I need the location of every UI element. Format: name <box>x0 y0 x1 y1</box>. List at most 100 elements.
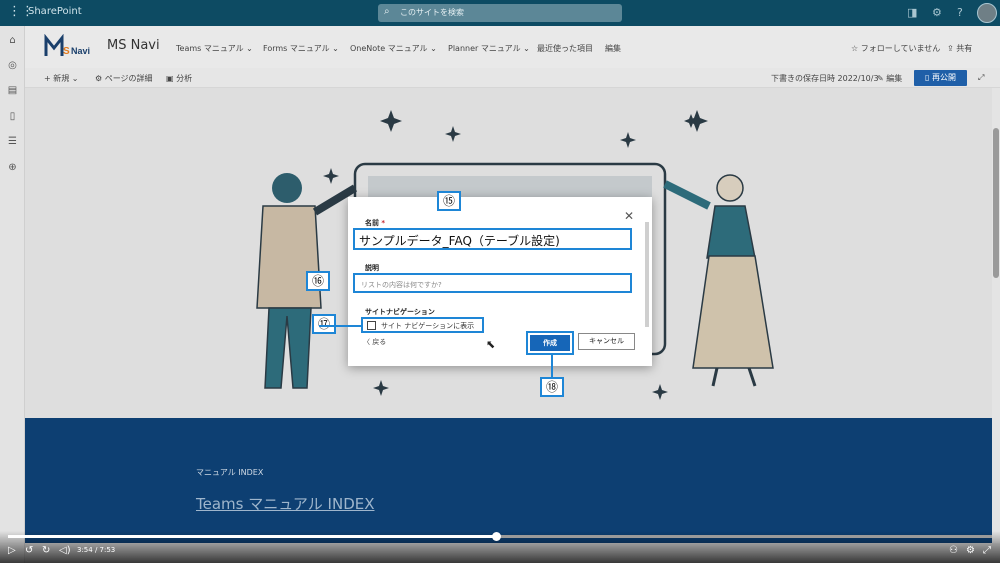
sparkle-icon <box>380 110 402 132</box>
new-label: 新規 ⌄ <box>53 74 79 83</box>
republish-button[interactable]: ▯ 再公開 <box>914 70 967 86</box>
name-value: サンプルデータ_FAQ（テーブル設定) <box>359 234 560 248</box>
search-input[interactable]: ⌕ このサイトを検索 <box>378 4 622 22</box>
woman-arm <box>663 180 711 210</box>
search-placeholder: このサイトを検索 <box>400 8 464 17</box>
globe-icon[interactable]: ◎ <box>6 59 19 72</box>
sparkle-icon <box>373 380 389 396</box>
search-icon: ⌕ <box>384 6 390 17</box>
create-highlight: 作成 <box>526 331 574 355</box>
description-field[interactable]: リストの内容は何ですか? <box>353 273 632 293</box>
edit-label: 編集 <box>886 74 903 83</box>
sparkle-icon <box>686 110 708 132</box>
nav-recent[interactable]: 最近使った項目 <box>537 43 593 54</box>
mouse-cursor-icon: ⬉ <box>486 338 496 351</box>
list-icon[interactable]: ☰ <box>6 135 19 148</box>
site-logo[interactable]: S Navi <box>44 34 94 60</box>
back-label: 戻る <box>372 338 387 346</box>
add-icon[interactable]: ⊕ <box>6 161 19 174</box>
share-button[interactable]: ⇪ 共有 <box>947 43 972 54</box>
name-field[interactable]: サンプルデータ_FAQ（テーブル設定) <box>353 228 632 250</box>
play-icon[interactable]: ▷ <box>8 545 16 556</box>
create-list-dialog: ✕ 名前 * サンプルデータ_FAQ（テーブル設定) 説明 リストの内容は何です… <box>348 197 652 366</box>
pencil-icon: ✎ <box>877 74 887 83</box>
site-nav-label: サイトナビゲーション <box>365 308 435 316</box>
index-caption: マニュアル INDEX <box>196 468 264 477</box>
sparkle-icon <box>652 384 668 400</box>
scrollbar-thumb[interactable] <box>993 128 999 278</box>
man-legs <box>264 307 312 389</box>
man-head <box>272 173 302 203</box>
site-nav-checkbox-row[interactable]: サイト ナビゲーションに表示 <box>361 317 484 333</box>
site-nav-checkbox[interactable] <box>367 321 376 330</box>
captions-icon[interactable]: ⚇ <box>949 545 958 556</box>
help-icon[interactable]: ? <box>957 6 963 19</box>
back-button[interactable]: 〈 戻る <box>363 337 386 347</box>
man-jacket <box>256 205 322 309</box>
chevron-left-icon: 〈 <box>363 338 373 346</box>
expand-icon[interactable]: ⤢ <box>978 73 984 83</box>
svg-text:Navi: Navi <box>71 46 90 56</box>
news-icon[interactable]: ▤ <box>6 84 19 97</box>
share-icon: ⇪ <box>947 44 957 53</box>
avatar[interactable] <box>977 3 997 23</box>
sparkle-icon <box>445 126 461 142</box>
book-icon: ▯ <box>925 73 932 82</box>
woman-top <box>706 205 756 259</box>
woman-legs <box>711 367 757 387</box>
nav-forms[interactable]: Forms マニュアル ⌄ <box>263 43 339 54</box>
saved-status: 下書きの保存日時 2022/10/3 <box>771 74 879 83</box>
megaphone-icon[interactable]: ◨ <box>907 6 917 19</box>
home-icon[interactable]: ⌂ <box>6 34 19 47</box>
page-details-button[interactable]: ⚙ ページの詳細 <box>95 73 153 84</box>
site-name[interactable]: MS Navi <box>107 38 160 53</box>
callout-17-connector <box>319 325 361 327</box>
teams-index-link[interactable]: Teams マニュアル INDEX <box>196 493 375 514</box>
app-launcher-icon[interactable]: ⋮⋮ <box>8 5 34 19</box>
callout-16: ⑯ <box>306 271 330 291</box>
volume-icon[interactable]: ◁) <box>59 545 71 556</box>
woman-skirt <box>692 255 774 369</box>
page-scrollbar[interactable] <box>992 88 1000 543</box>
playback-time: 3:54 / 7:53 <box>77 546 116 554</box>
description-label: 説明 <box>365 264 379 272</box>
callout-18-connector <box>551 354 553 378</box>
edit-button[interactable]: ✎ 編集 <box>877 73 902 84</box>
seek-handle[interactable] <box>491 532 501 541</box>
file-icon[interactable]: ▯ <box>6 110 19 123</box>
left-rail: ⌂ ◎ ▤ ▯ ☰ ⊕ <box>0 26 25 563</box>
nav-edit[interactable]: 編集 <box>605 43 621 54</box>
description-placeholder: リストの内容は何ですか? <box>361 281 442 289</box>
gear-icon[interactable]: ⚙ <box>932 6 942 19</box>
fullscreen-icon[interactable]: ⤢ <box>983 545 991 556</box>
settings-icon[interactable]: ⚙ <box>966 545 975 556</box>
callout-18: ⑱ <box>540 377 564 397</box>
suite-bar: ⋮⋮ SharePoint ⌕ このサイトを検索 ◨ ⚙ ? <box>0 0 1000 26</box>
nav-planner[interactable]: Planner マニュアル ⌄ <box>448 43 530 54</box>
create-button[interactable]: 作成 <box>530 335 570 351</box>
republish-label: 再公開 <box>931 73 956 82</box>
command-bar: + 新規 ⌄ ⚙ ページの詳細 ▣ 分析 下書きの保存日時 2022/10/3 … <box>25 68 1000 88</box>
page-details-label: ページの詳細 <box>104 74 153 83</box>
new-button[interactable]: + 新規 ⌄ <box>44 73 79 84</box>
sparkle-icon <box>620 132 636 148</box>
nav-onenote[interactable]: OneNote マニュアル ⌄ <box>350 43 437 54</box>
dialog-scrollbar[interactable] <box>645 222 649 327</box>
name-label-text: 名前 <box>365 219 379 227</box>
suite-brand[interactable]: SharePoint <box>28 6 82 17</box>
rewind-icon[interactable]: ↺ <box>25 545 33 556</box>
follow-button[interactable]: ☆ フォローしていません <box>851 43 940 54</box>
callout-17: ⑰ <box>312 314 336 334</box>
site-nav-checkbox-label: サイト ナビゲーションに表示 <box>381 322 475 330</box>
close-icon[interactable]: ✕ <box>624 209 634 223</box>
index-banner <box>25 418 992 543</box>
analytics-button[interactable]: ▣ 分析 <box>166 73 192 84</box>
forward-icon[interactable]: ↻ <box>42 545 50 556</box>
nav-teams[interactable]: Teams マニュアル ⌄ <box>176 43 253 54</box>
share-label: 共有 <box>956 44 973 53</box>
sparkle-icon <box>323 168 339 184</box>
analytics-label: 分析 <box>176 74 193 83</box>
required-mark: * <box>379 219 386 227</box>
cancel-button[interactable]: キャンセル <box>578 333 635 350</box>
gear-icon: ⚙ <box>95 74 105 83</box>
